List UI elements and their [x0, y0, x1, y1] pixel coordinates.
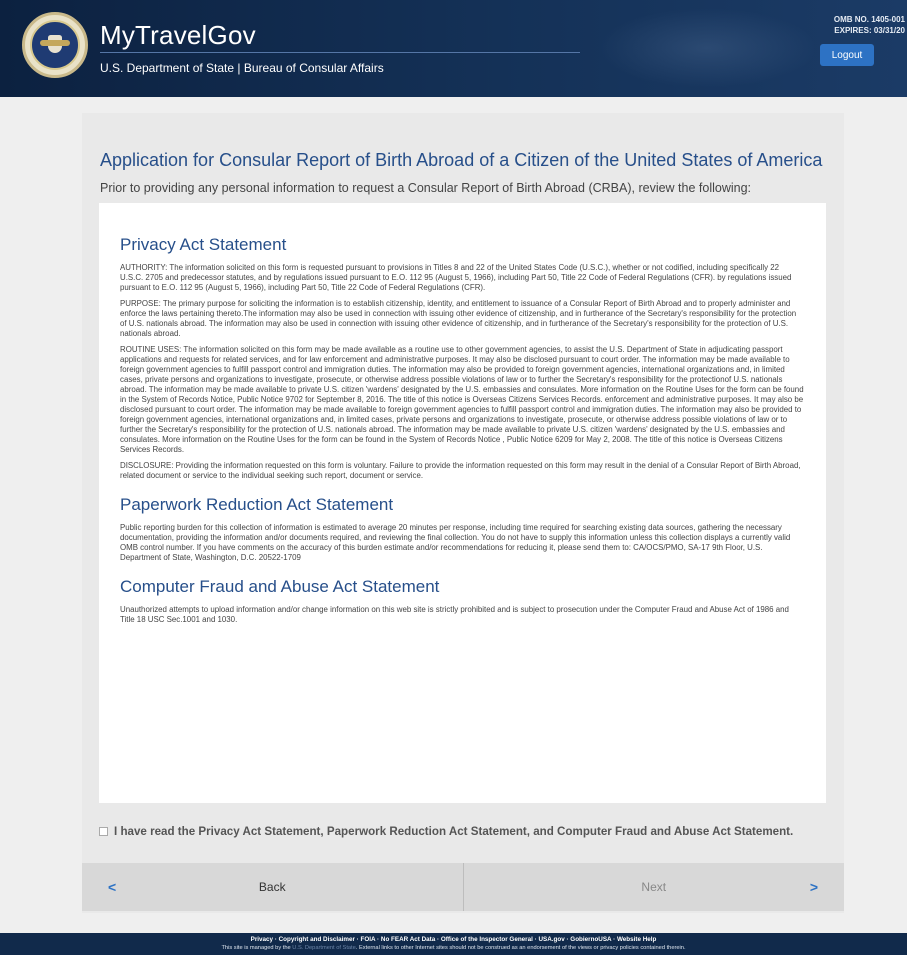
privacy-routine-uses-text: ROUTINE USES: The information solicited …: [120, 345, 804, 454]
site-header: MyTravelGov U.S. Department of State | B…: [0, 0, 907, 97]
header-decoration: [597, 8, 817, 88]
application-panel: Application for Consular Report of Birth…: [82, 113, 844, 913]
omb-number: OMB NO. 1405-001: [833, 15, 905, 24]
privacy-authority-text: AUTHORITY: The information solicited on …: [120, 263, 792, 292]
brand-subtitle: U.S. Department of State | Bureau of Con…: [100, 61, 384, 75]
brand-title[interactable]: MyTravelGov: [100, 20, 256, 51]
footer-note: This site is managed by the U.S. Departm…: [0, 944, 907, 953]
page-title: Application for Consular Report of Birth…: [100, 150, 823, 170]
fraud-act-text: Unauthorized attempts to upload informat…: [120, 605, 789, 624]
chevron-right-icon: >: [809, 879, 818, 895]
department-seal-logo: [22, 12, 88, 78]
chevron-left-icon: <: [108, 879, 117, 895]
acknowledgement-label[interactable]: I have read the Privacy Act Statement, P…: [114, 825, 793, 838]
footer-department-link[interactable]: U.S. Department of State: [292, 945, 356, 951]
page-intro: Prior to providing any personal informat…: [100, 181, 752, 195]
acknowledgement-row[interactable]: I have read the Privacy Act Statement, P…: [99, 825, 793, 838]
site-footer: Privacy · Copyright and Disclaimer · FOI…: [0, 933, 907, 955]
wizard-navigation: < Back Next >: [82, 863, 844, 911]
paperwork-act-title: Paperwork Reduction Act Statement: [120, 495, 394, 514]
statements-box: Privacy Act Statement AUTHORITY: The inf…: [99, 203, 826, 803]
fraud-act-title: Computer Fraud and Abuse Act Statement: [120, 577, 440, 596]
omb-info: OMB NO. 1405-001 EXPIRES: 03/31/20: [834, 14, 905, 36]
omb-expiration: EXPIRES: 03/31/20: [834, 26, 905, 35]
privacy-act-title: Privacy Act Statement: [120, 235, 287, 254]
back-button-label: Back: [258, 880, 286, 894]
privacy-disclosure-text: DISCLOSURE: Providing the information re…: [120, 461, 801, 480]
next-button[interactable]: Next >: [464, 863, 845, 911]
back-button[interactable]: < Back: [82, 863, 464, 911]
privacy-purpose-text: PURPOSE: The primary purpose for solicit…: [120, 299, 797, 338]
acknowledgement-checkbox[interactable]: [99, 827, 108, 836]
next-button-label: Next: [641, 880, 667, 894]
eagle-emblem-icon: [30, 20, 80, 70]
brand-divider: [100, 52, 580, 53]
logout-button[interactable]: Logout: [820, 44, 874, 66]
footer-links[interactable]: Privacy · Copyright and Disclaimer · FOI…: [0, 933, 907, 944]
paperwork-act-text: Public reporting burden for this collect…: [120, 523, 791, 562]
footer-note-prefix: This site is managed by the: [221, 945, 291, 951]
footer-note-suffix: . External links to other Internet sites…: [355, 945, 686, 951]
